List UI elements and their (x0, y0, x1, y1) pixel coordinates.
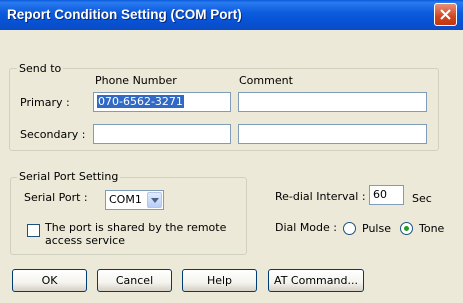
primary-phone-value: 070-6562-3271 (97, 95, 184, 108)
send-to-legend: Send to (17, 62, 64, 75)
dial-mode-tone-radio[interactable] (400, 222, 413, 235)
cancel-button[interactable]: Cancel (97, 269, 172, 292)
secondary-label: Secondary : (20, 128, 86, 141)
serial-port-select[interactable]: COM1 (105, 190, 164, 210)
redial-interval-input[interactable]: 60 (369, 185, 404, 205)
dial-mode-tone-label: Tone (419, 222, 445, 235)
redial-interval-label: Re-dial Interval : (275, 190, 366, 203)
dial-mode-label: Dial Mode : (275, 221, 337, 234)
help-button[interactable]: Help (182, 269, 257, 292)
port-shared-checkbox[interactable] (27, 224, 40, 237)
primary-label: Primary : (20, 96, 70, 109)
close-button[interactable] (434, 3, 457, 26)
chevron-down-icon (151, 198, 159, 203)
redial-interval-unit: Sec (412, 192, 432, 205)
comment-header: Comment (239, 74, 293, 87)
phone-number-header: Phone Number (95, 74, 177, 87)
port-shared-label-line2: access service (45, 234, 125, 247)
secondary-comment-input[interactable] (238, 124, 427, 144)
title-bar[interactable]: Report Condition Setting (COM Port) (0, 0, 463, 30)
close-icon (440, 9, 451, 20)
at-command-button[interactable]: AT Command... (268, 269, 364, 292)
primary-comment-input[interactable] (238, 92, 427, 112)
radio-selected-dot (404, 226, 409, 231)
serial-port-value: COM1 (109, 193, 142, 206)
serial-port-label: Serial Port : (24, 191, 88, 204)
dial-mode-pulse-radio[interactable] (343, 222, 356, 235)
ok-button[interactable]: OK (12, 269, 87, 292)
window-title: Report Condition Setting (COM Port) (7, 7, 242, 22)
port-shared-label-line1: The port is shared by the remote (45, 221, 227, 234)
primary-phone-input[interactable]: 070-6562-3271 (93, 92, 231, 112)
serial-port-legend: Serial Port Setting (17, 170, 121, 183)
dial-mode-pulse-label: Pulse (362, 222, 391, 235)
serial-port-dropdown-button[interactable] (147, 192, 162, 208)
report-condition-dialog: Report Condition Setting (COM Port) Send… (0, 0, 463, 303)
secondary-phone-input[interactable] (93, 124, 231, 144)
